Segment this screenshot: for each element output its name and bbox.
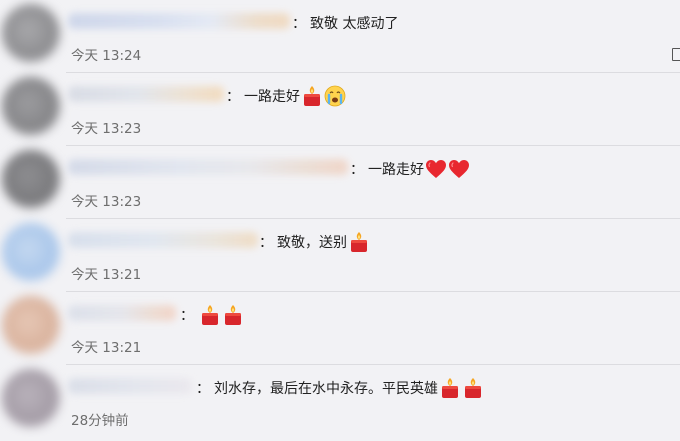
comment-time: 28分钟前: [71, 413, 129, 429]
comment-text: ：: [180, 304, 244, 326]
comment-content: 一路走好: [368, 162, 424, 178]
comment-text: ： 致敬 太感动了: [292, 12, 398, 34]
comment-text: ： 刘水存，最后在水中永存。平民英雄: [196, 377, 484, 399]
separator: ：: [259, 235, 273, 251]
avatar[interactable]: [2, 150, 60, 208]
candle-emoji-icon: [202, 305, 218, 325]
candle-emoji-icon: [225, 305, 241, 325]
comment-item[interactable]: ： 一路走好 今天 13:23: [0, 146, 680, 219]
comment-time: 今天 13:21: [71, 267, 142, 283]
comment-item[interactable]: ： 今天 13:21: [0, 292, 680, 365]
separator: ：: [180, 308, 194, 324]
heart-emoji-icon: [426, 160, 446, 178]
username-blurred[interactable]: [68, 13, 290, 29]
username-blurred[interactable]: [68, 86, 224, 102]
comment-time: 今天 13:24: [71, 48, 142, 64]
comment-text: ： 致敬，送别: [259, 231, 370, 253]
avatar[interactable]: [2, 4, 60, 62]
candle-emoji-icon: [442, 378, 458, 398]
heart-emoji-icon: [449, 160, 469, 178]
comment-content: 致敬 太感动了: [310, 16, 399, 32]
comment-time: 今天 13:23: [71, 194, 142, 210]
comment-text: ： 一路走好: [226, 85, 346, 107]
comment-item[interactable]: ： 刘水存，最后在水中永存。平民英雄 28分钟前: [0, 365, 680, 441]
username-blurred[interactable]: [68, 378, 192, 394]
separator: ：: [196, 381, 210, 397]
comment-content: 致敬，送别: [277, 235, 347, 251]
comment-item[interactable]: ： 一路走好 今天 13:23: [0, 73, 680, 146]
avatar[interactable]: [2, 369, 60, 427]
avatar[interactable]: [2, 223, 60, 281]
username-blurred[interactable]: [68, 159, 348, 175]
separator: ：: [226, 89, 240, 105]
reply-icon[interactable]: [672, 48, 680, 61]
candle-emoji-icon: [465, 378, 481, 398]
comment-list: ： 致敬 太感动了 今天 13:24 ： 一路走好 今天 13:23 ： 一路走…: [0, 0, 680, 441]
avatar[interactable]: [2, 296, 60, 354]
comment-item[interactable]: ： 致敬，送别 今天 13:21: [0, 219, 680, 292]
candle-emoji-icon: [304, 86, 320, 106]
comment-time: 今天 13:21: [71, 340, 142, 356]
avatar[interactable]: [2, 77, 60, 135]
separator: ：: [292, 16, 306, 32]
candle-emoji-icon: [351, 232, 367, 252]
comment-time: 今天 13:23: [71, 121, 142, 137]
separator: ：: [350, 162, 364, 178]
crying-face-icon: [324, 85, 346, 107]
username-blurred[interactable]: [68, 232, 258, 248]
comment-text: ： 一路走好: [350, 158, 470, 180]
comment-item[interactable]: ： 致敬 太感动了 今天 13:24: [0, 0, 680, 73]
comment-content: 一路走好: [244, 89, 300, 105]
comment-content: 刘水存，最后在水中永存。平民英雄: [214, 381, 438, 397]
username-blurred[interactable]: [68, 305, 176, 321]
